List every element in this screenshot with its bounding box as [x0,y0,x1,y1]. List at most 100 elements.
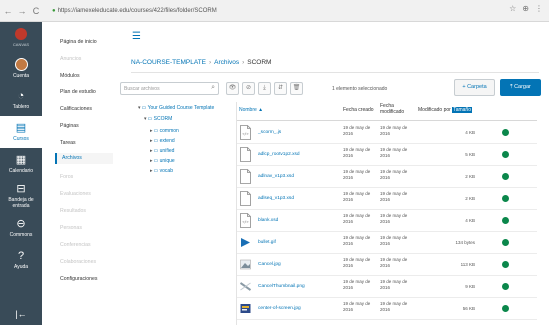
address-bar[interactable]: ● https://iamexeleducate.edu/courses/422/… [48,4,478,18]
file-row[interactable]: adlcp_rootv1p2.xsd 19 de may de 2016 19 de… [237,144,537,166]
published-icon[interactable] [502,283,509,290]
move-icon[interactable]: ⇵ [274,82,287,95]
logo[interactable]: CANVAS [0,22,42,52]
course-nav-collaborations[interactable]: Colaboraciones [60,259,96,265]
expand-arrow-icon[interactable]: ▸ [150,138,153,144]
file-row[interactable]: Cancel.jpg 19 de may de 2016 19 de may de … [237,254,537,276]
folder-icon: ▭ [153,168,159,174]
forward-icon[interactable]: → [16,6,28,16]
expand-arrow-icon[interactable]: ▸ [150,148,153,154]
course-nav-people[interactable]: Personas [60,225,82,231]
course-nav-settings[interactable]: Configuraciones [60,276,98,282]
published-icon[interactable] [502,261,509,268]
course-nav-announcements[interactable]: Anuncios [60,56,81,62]
tree-item-extend[interactable]: ▸▭ extend [150,138,175,144]
file-modified: 19 de may de 2016 [380,301,408,312]
course-nav-syllabus[interactable]: Plan de estudio [60,89,96,95]
hamburger-menu-icon[interactable]: ☰ [132,31,141,42]
download-icon[interactable]: ⤓ [258,82,271,95]
tree-item-scorm[interactable]: ▾▭ SCORM [144,116,172,122]
column-header-modified-by[interactable]: Modificado por Tamaño [418,107,472,113]
global-nav-label: Cursos [13,136,29,142]
reload-icon[interactable]: C [30,6,42,16]
course-nav-modules[interactable]: Módulos [60,73,80,79]
course-nav-outcomes[interactable]: Resultados [60,208,86,214]
file-name[interactable]: bullet.gif [258,240,276,245]
file-name[interactable]: CancelThumbnail.png [258,284,305,289]
column-header-created[interactable]: Fecha creado [343,107,374,113]
delete-icon[interactable]: 🗑 [290,82,303,95]
course-nav-home[interactable]: Página de inicio [60,39,97,45]
file-name[interactable]: _scorm_.js [258,130,281,135]
global-nav-dashboard[interactable]: ◔ Tablero [0,84,42,116]
tree-item-root[interactable]: ▾▭ Your Guided Course Template [138,105,214,111]
course-nav-quizzes[interactable]: Evaluaciones [60,191,91,197]
published-icon[interactable] [502,129,509,136]
file-row[interactable]: bullet.gif 19 de may de 2016 19 de may de … [237,232,537,254]
course-nav-conferences[interactable]: Conferencias [60,242,91,248]
new-folder-button[interactable]: + Carpeta [454,79,495,96]
expand-arrow-icon[interactable]: ▸ [150,168,153,174]
file-row[interactable]: center-of-screen.jpg 19 de may de 2016 19 … [237,298,537,320]
extension-icon[interactable]: ⊕ [522,4,529,13]
published-icon[interactable] [502,217,509,224]
file-row[interactable]: adlseq_v1p3.xsd 19 de may de 2016 19 de ma… [237,188,537,210]
browser-menu-icon[interactable]: ⋮ [535,4,543,13]
published-icon[interactable] [502,151,509,158]
tree-item-label: unique [159,158,175,164]
file-name[interactable]: Cancel.jpg [258,262,281,267]
course-nav-pages[interactable]: Páginas [60,123,79,129]
file-row[interactable]: CancelThumbnail.png 19 de may de 2016 19 d… [237,276,537,298]
global-nav-courses[interactable]: ▤ Cursos [0,116,42,148]
published-icon[interactable] [502,239,509,246]
global-nav-label: Commons [9,232,33,238]
file-row[interactable]: </> _scorm_.js 19 de may de 2016 19 de may … [237,122,537,144]
tree-item-common[interactable]: ▸▭ common [150,128,179,134]
file-name[interactable]: adlseq_v1p3.xsd [258,196,294,201]
global-nav-help[interactable]: ? Ayuda [0,244,42,276]
tree-item-vocab[interactable]: ▸▭ vocab [150,168,173,174]
file-created: 19 de may de 2016 [343,213,371,224]
expand-arrow-icon[interactable]: ▸ [150,128,153,134]
course-nav-discussions[interactable]: Foros [60,174,73,180]
course-nav-grades[interactable]: Calificaciones [60,106,92,112]
file-name[interactable]: blank.xsd [258,218,278,223]
course-nav-assignments[interactable]: Tareas [60,140,76,146]
file-name[interactable]: adlcp_rootv1p2.xsd [258,152,300,157]
tree-item-unique[interactable]: ▸▭ unique [150,158,175,164]
course-nav-files[interactable]: Archivos [55,153,113,164]
back-icon[interactable]: ← [2,6,14,16]
upload-button[interactable]: ⤒ Cargar [500,79,541,96]
column-header-modified[interactable]: Fecha modificado [380,103,404,115]
help-icon: ? [17,250,25,262]
column-header-size[interactable]: Tamaño [452,107,472,113]
collapse-arrow-icon[interactable]: ▾ [144,116,147,122]
file-name[interactable]: center-of-screen.jpg [258,306,301,311]
published-icon[interactable] [502,195,509,202]
breadcrumb-files[interactable]: Archivos [214,59,239,66]
header-divider [237,120,537,121]
file-row[interactable]: </> blank.xsd 19 de may de 2016 19 de may d… [237,210,537,232]
breadcrumb-separator: › [209,59,212,66]
tree-item-label: Your Guided Course Template [147,105,215,111]
collapse-nav-icon[interactable]: |← [0,309,42,319]
published-icon[interactable] [502,173,509,180]
collapse-arrow-icon[interactable]: ▾ [138,105,141,111]
file-modified: 19 de may de 2016 [380,191,408,202]
published-icon[interactable] [502,305,509,312]
column-header-name[interactable]: Nombre ▲ [239,107,263,113]
search-input[interactable]: Buscar archivos ⌕ [120,82,219,95]
file-name[interactable]: adlnav_v1p3.xsd [258,174,294,179]
global-nav-inbox[interactable]: ⊟ Bandeja de entrada [0,180,42,212]
global-nav-account[interactable]: Cuenta [0,52,42,84]
global-nav-label: Ayuda [13,264,29,270]
view-icon[interactable]: 👁 [226,82,239,95]
breadcrumb-course[interactable]: NA-COURSE-TEMPLATE [131,59,206,66]
bookmark-star-icon[interactable]: ☆ [509,4,516,13]
global-nav-commons[interactable]: ⊖ Commons [0,212,42,244]
tree-item-unified[interactable]: ▸▭ unified [150,148,174,154]
global-nav-calendar[interactable]: ▦ Calendario [0,148,42,180]
file-row[interactable]: adlnav_v1p3.xsd 19 de may de 2016 19 de ma… [237,166,537,188]
restrict-icon[interactable]: ⊘ [242,82,255,95]
expand-arrow-icon[interactable]: ▸ [150,158,153,164]
